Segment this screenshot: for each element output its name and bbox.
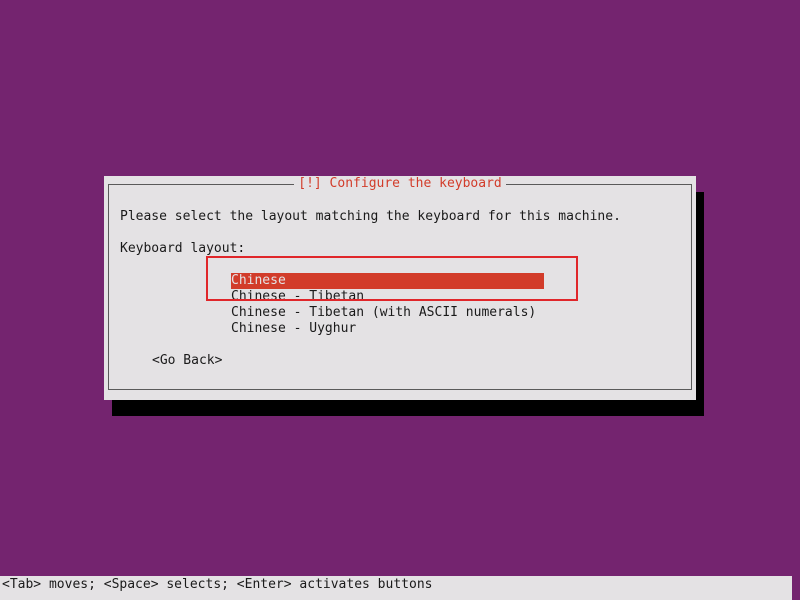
status-bar: <Tab> moves; <Space> selects; <Enter> ac… bbox=[0, 576, 800, 600]
status-help-text: <Tab> moves; <Space> selects; <Enter> ac… bbox=[2, 577, 433, 592]
layout-option-chinese-tibetan-ascii[interactable]: Chinese - Tibetan (with ASCII numerals) bbox=[231, 305, 544, 321]
selection-highlight-box bbox=[206, 256, 578, 301]
layout-option-chinese-uyghur[interactable]: Chinese - Uyghur bbox=[231, 321, 544, 337]
status-bar-panel: <Tab> moves; <Space> selects; <Enter> ac… bbox=[0, 576, 792, 600]
dialog-title-bar: [!] Configure the keyboard bbox=[104, 176, 696, 192]
keyboard-layout-label: Keyboard layout: bbox=[120, 241, 246, 256]
go-back-button[interactable]: <Go Back> bbox=[152, 353, 222, 369]
dialog-title: [!] Configure the keyboard bbox=[294, 176, 506, 192]
dialog-message: Please select the layout matching the ke… bbox=[120, 209, 621, 224]
